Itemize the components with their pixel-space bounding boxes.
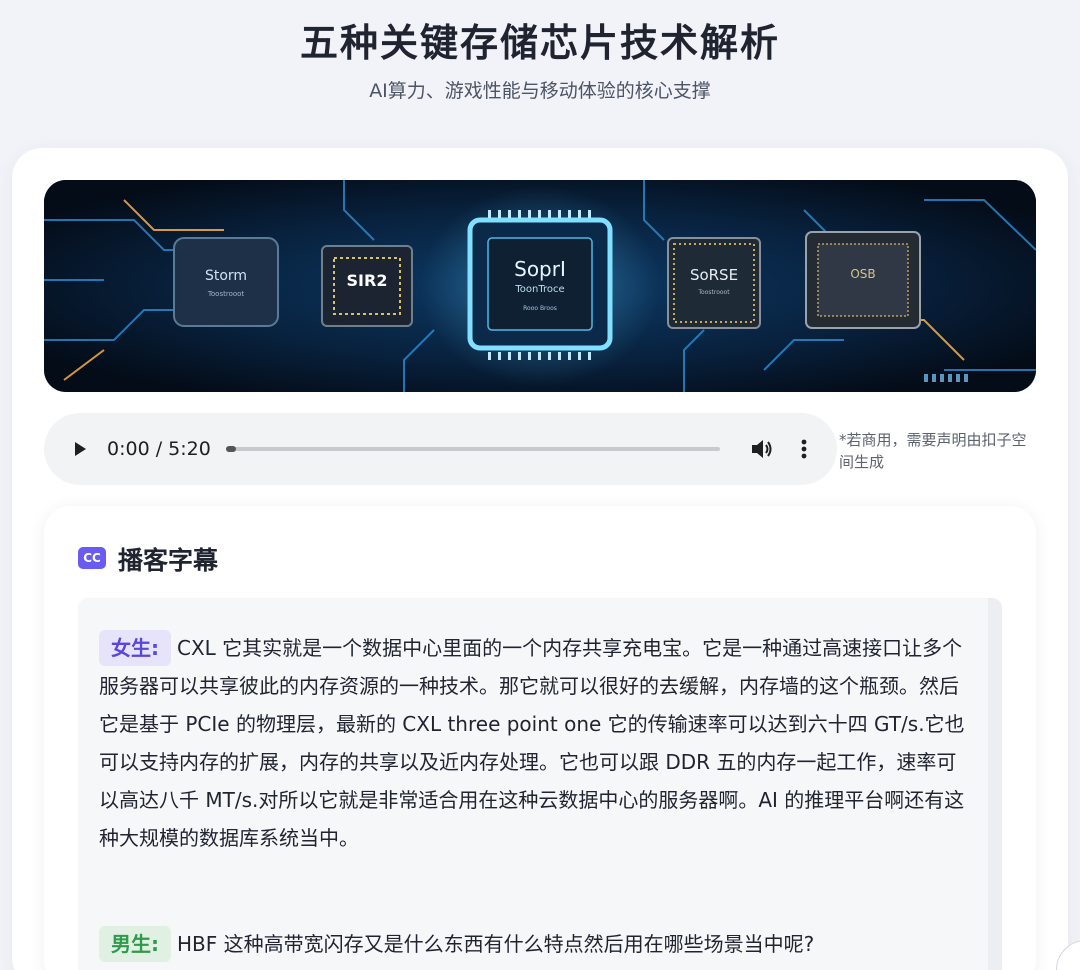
transcript-entry: 女生: CXL 它其实就是一个数据中心里面的一个内存共享充电宝。它是一种通过高速接… xyxy=(99,629,973,857)
svg-text:Toostrooot: Toostrooot xyxy=(697,289,730,296)
play-icon[interactable] xyxy=(70,439,90,459)
cc-icon: CC xyxy=(78,547,106,569)
hero-image: Storm Toostrooot SIR2 SoprI ToonTroce Ro… xyxy=(44,180,1036,392)
speaker-tag-male: 男生: xyxy=(99,926,171,962)
svg-text:Storm: Storm xyxy=(205,268,247,284)
transcript-list: 女生: CXL 它其实就是一个数据中心里面的一个内存共享充电宝。它是一种通过高速接… xyxy=(78,598,1002,970)
progress-fill xyxy=(226,446,236,452)
transcript-text: CXL 它其实就是一个数据中心里面的一个内存共享充电宝。它是一种通过高速接口让多… xyxy=(99,636,965,850)
time-display: 0:00 / 5:20 xyxy=(107,438,211,460)
page-title: 五种关键存储芯片技术解析 xyxy=(299,21,780,65)
more-vertical-icon[interactable] xyxy=(794,437,814,461)
page: 五种关键存储芯片技术解析 AI算力、游戏性能与移动体验的核心支撑 Storm T… xyxy=(0,0,1080,970)
transcript-text: HBF 这种高带宽闪存又是什么东西有什么特点然后用在哪些场景当中呢? xyxy=(177,932,815,956)
speaker-tag-female: 女生: xyxy=(99,630,171,666)
svg-text:ToonTroce: ToonTroce xyxy=(514,284,564,295)
transcript-scrollbar[interactable] xyxy=(988,598,1002,970)
svg-text:OSB: OSB xyxy=(850,267,875,281)
commercial-notice: *若商用，需要声明由扣子空间生成 xyxy=(839,431,1027,471)
page-subtitle: AI算力、游戏性能与移动体验的核心支撑 xyxy=(369,80,711,102)
svg-text:Rooo Broos: Rooo Broos xyxy=(523,305,557,312)
svg-text:SoRSE: SoRSE xyxy=(690,266,738,284)
svg-text:SIR2: SIR2 xyxy=(347,271,388,290)
volume-icon[interactable] xyxy=(750,438,774,460)
transcript-entry: 男生: HBF 这种高带宽闪存又是什么东西有什么特点然后用在哪些场景当中呢? xyxy=(99,925,973,963)
svg-text:Toostrooot: Toostrooot xyxy=(207,290,245,298)
section-title: 播客字幕 xyxy=(118,546,219,575)
svg-text:SoprI: SoprI xyxy=(514,257,566,281)
progress-slider[interactable] xyxy=(226,446,720,452)
